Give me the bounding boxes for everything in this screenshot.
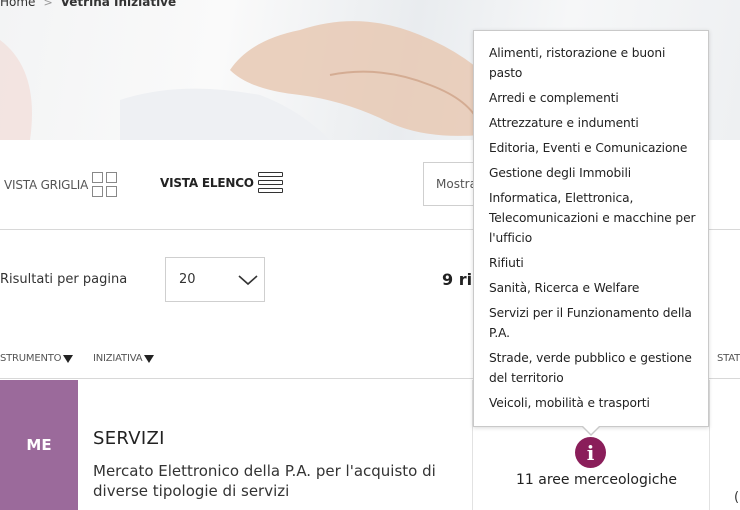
list-icon <box>257 172 283 193</box>
mostra-label: Mostra <box>436 177 477 191</box>
breadcrumb-home[interactable]: Home <box>0 0 35 9</box>
aree-list: Alimenti, ristorazione e buoni pasto Arr… <box>474 31 708 413</box>
list-item: Rifiuti <box>489 256 524 270</box>
breadcrumb: Home > Vetrina Iniziative <box>0 0 176 9</box>
view-list-button[interactable]: VISTA ELENCO <box>160 172 283 193</box>
list-item: Informatica, Elettronica, Telecomunicazi… <box>489 191 696 245</box>
aree-popover: Alimenti, ristorazione e buoni pasto Arr… <box>473 30 709 427</box>
list-item: Editoria, Eventi e Comunicazione <box>489 141 688 155</box>
column-header-stato[interactable]: STAT <box>717 353 740 364</box>
results-per-page-value: 20 <box>179 272 196 287</box>
list-item: Gestione degli Immobili <box>489 166 632 180</box>
list-item: Alimenti, ristorazione e buoni pasto <box>489 46 666 80</box>
column-header-stato-label: STAT <box>717 353 740 364</box>
view-grid-button[interactable]: VISTA GRIGLIA <box>4 172 118 197</box>
sort-down-icon <box>144 354 155 363</box>
sort-down-icon <box>63 354 74 363</box>
list-item: Attrezzature e indumenti <box>489 116 639 130</box>
list-item: Sanità, Ricerca e Welfare <box>489 281 640 295</box>
aree-merceologiche-label[interactable]: 11 aree merceologiche <box>516 472 677 488</box>
info-icon[interactable]: i <box>575 437 606 468</box>
results-per-page-label: Risultati per pagina <box>0 272 128 287</box>
column-header-iniziativa-label: INIZIATIVA <box>93 353 143 364</box>
list-item: Arredi e complementi <box>489 91 619 105</box>
breadcrumb-separator: > <box>43 0 53 9</box>
column-header-iniziativa[interactable]: INIZIATIVA <box>93 353 155 364</box>
results-per-page-select[interactable]: 20 <box>165 257 265 302</box>
list-item: Servizi per il Funzionamento della P.A. <box>489 306 692 340</box>
column-header-strumento[interactable]: STRUMENTO <box>0 353 74 364</box>
column-header-strumento-label: STRUMENTO <box>0 353 62 364</box>
strumento-badge: ME <box>0 380 78 510</box>
list-item: Veicoli, mobilità e trasporti <box>489 396 650 410</box>
initiative-description: Mercato Elettronico della P.A. per l'acq… <box>93 462 436 500</box>
breadcrumb-current: Vetrina Iniziative <box>60 0 177 9</box>
popover-pointer-inner <box>582 425 600 434</box>
status-cell-text: ( <box>734 490 740 505</box>
list-item: Strade, verde pubblico e gestione del te… <box>489 351 692 385</box>
chevron-down-icon <box>238 275 258 286</box>
grid-icon <box>92 172 118 197</box>
view-list-label: VISTA ELENCO <box>160 175 254 190</box>
view-grid-label: VISTA GRIGLIA <box>4 177 89 192</box>
initiative-title[interactable]: SERVIZI <box>93 428 165 449</box>
